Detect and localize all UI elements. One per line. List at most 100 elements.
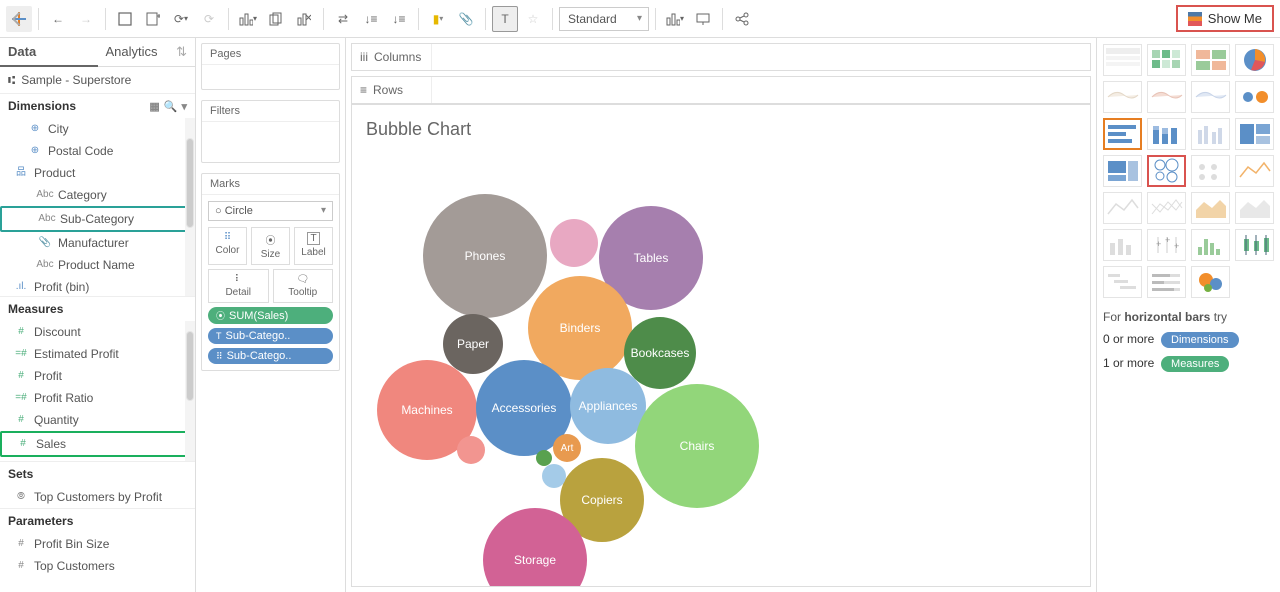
thumb-gantt[interactable] bbox=[1103, 266, 1142, 298]
filters-card[interactable]: Filters bbox=[201, 100, 340, 163]
marks-card: Marks ○ Circle ⠿Color ⦿Size TLabel ⠇Deta… bbox=[201, 173, 340, 371]
field-postal-code[interactable]: ⊕Postal Code bbox=[0, 140, 195, 162]
bubble-unlabeled[interactable] bbox=[457, 436, 485, 464]
clear-icon[interactable] bbox=[291, 6, 317, 32]
thumb-area-discrete[interactable] bbox=[1235, 192, 1274, 224]
field-category[interactable]: AbcCategory bbox=[0, 184, 195, 206]
text-label-icon[interactable]: T bbox=[492, 6, 518, 32]
duplicate-icon[interactable] bbox=[263, 6, 289, 32]
thumb-symbol-map2[interactable] bbox=[1191, 81, 1230, 113]
field-product[interactable]: 品Product bbox=[0, 162, 195, 184]
thumb-stacked-bar[interactable] bbox=[1147, 118, 1186, 150]
marks-size-button[interactable]: ⦿Size bbox=[251, 227, 290, 265]
columns-shelf[interactable]: iiiColumns bbox=[351, 43, 1091, 71]
marks-tooltip-button[interactable]: 🗨Tooltip bbox=[273, 269, 334, 303]
swap-icon[interactable]: ⇄ bbox=[330, 6, 356, 32]
thumb-packed-bubbles[interactable] bbox=[1147, 155, 1186, 187]
field-sales[interactable]: #Sales bbox=[0, 431, 195, 457]
rows-shelf[interactable]: ≡Rows bbox=[351, 76, 1091, 104]
view-grid-icon[interactable]: ▦ bbox=[149, 100, 159, 113]
highlight-icon[interactable]: ▮▾ bbox=[425, 6, 451, 32]
bubble-phones[interactable]: Phones bbox=[423, 194, 547, 318]
thumb-filled-map[interactable] bbox=[1147, 81, 1186, 113]
chart-type-icon[interactable]: ▾ bbox=[662, 6, 688, 32]
bubble-chairs[interactable]: Chairs bbox=[635, 384, 759, 508]
bubble-paper[interactable]: Paper bbox=[443, 314, 503, 374]
thumb-circle-views[interactable] bbox=[1191, 155, 1230, 187]
thumb-dual-combination[interactable] bbox=[1103, 229, 1142, 261]
field-top-customers[interactable]: #Top Customers bbox=[0, 555, 195, 577]
forward-button[interactable]: → bbox=[73, 6, 99, 32]
new-worksheet-icon[interactable]: ▾ bbox=[235, 6, 261, 32]
hash-icon: # bbox=[14, 323, 28, 341]
field-discount[interactable]: #Discount bbox=[0, 321, 195, 343]
field-manufacturer[interactable]: 📎Manufacturer bbox=[0, 232, 195, 254]
field-top-customers-by-profit[interactable]: ⦾Top Customers by Profit bbox=[0, 486, 195, 508]
presentation-icon[interactable] bbox=[690, 6, 716, 32]
bubble-unlabeled[interactable] bbox=[550, 219, 598, 267]
datasource-item[interactable]: ⑆Sample - Superstore bbox=[0, 67, 195, 93]
new-datasource-icon[interactable] bbox=[140, 6, 166, 32]
bubble-bookcases[interactable]: Bookcases bbox=[624, 317, 696, 389]
thumb-line-continuous[interactable] bbox=[1235, 155, 1274, 187]
tab-data[interactable]: Data bbox=[0, 38, 98, 67]
share-icon[interactable] bbox=[729, 6, 755, 32]
field-city[interactable]: ⊕City bbox=[0, 118, 195, 140]
pill-sum-sales[interactable]: ⦿SUM(Sales) bbox=[208, 307, 333, 324]
thumb-text-table[interactable] bbox=[1103, 44, 1142, 76]
thumb-circle-view[interactable] bbox=[1103, 155, 1142, 187]
star-icon[interactable]: ☆ bbox=[520, 6, 546, 32]
thumb-histogram[interactable] bbox=[1191, 229, 1230, 261]
thumb-packed-bubbles-color[interactable] bbox=[1191, 266, 1230, 298]
field-profit-ratio[interactable]: =#Profit Ratio bbox=[0, 387, 195, 409]
field-time-for-shipment[interactable]: =#Time for Shipment bbox=[0, 457, 195, 461]
thumb-heatmap[interactable] bbox=[1147, 44, 1186, 76]
field-product-name[interactable]: AbcProduct Name bbox=[0, 254, 195, 276]
logo-icon[interactable] bbox=[6, 6, 32, 32]
field-profit-bin-size[interactable]: #Profit Bin Size bbox=[0, 533, 195, 555]
thumb-treemap[interactable] bbox=[1235, 118, 1274, 150]
mark-type-select[interactable]: ○ Circle bbox=[208, 201, 333, 221]
bubble-unlabeled[interactable] bbox=[542, 464, 566, 488]
sort-asc-icon[interactable]: ↓≡ bbox=[358, 6, 384, 32]
thumb-horizontal-bar[interactable] bbox=[1103, 118, 1142, 150]
thumb-scatter[interactable]: +++ bbox=[1147, 229, 1186, 261]
thumb-box-plot[interactable] bbox=[1235, 229, 1274, 261]
thumb-symbol-map[interactable] bbox=[1103, 81, 1142, 113]
globe-icon: ⊕ bbox=[28, 142, 42, 160]
dropdown-icon[interactable]: ▾ bbox=[181, 100, 187, 113]
save-icon[interactable] bbox=[112, 6, 138, 32]
thumb-pie[interactable] bbox=[1235, 44, 1274, 76]
refresh-icon[interactable]: ⟳ bbox=[196, 6, 222, 32]
thumb-dual-line[interactable] bbox=[1147, 192, 1186, 224]
viz-title[interactable]: Bubble Chart bbox=[366, 119, 1090, 140]
thumb-line-discrete[interactable] bbox=[1103, 192, 1142, 224]
back-button[interactable]: ← bbox=[45, 6, 71, 32]
fit-dropdown[interactable]: Standard bbox=[559, 7, 649, 31]
pages-card[interactable]: Pages bbox=[201, 43, 340, 90]
marks-label-button[interactable]: TLabel bbox=[294, 227, 333, 265]
tab-analytics[interactable]: Analytics ⇅ bbox=[98, 38, 196, 67]
sort-desc-icon[interactable]: ↓≡ bbox=[386, 6, 412, 32]
bubble-art[interactable]: Art bbox=[553, 434, 581, 462]
thumb-bullet[interactable] bbox=[1147, 266, 1186, 298]
thumb-highlight-table[interactable] bbox=[1191, 44, 1230, 76]
thumb-side-by-side-bar[interactable] bbox=[1191, 118, 1230, 150]
thumb-area-continuous[interactable] bbox=[1191, 192, 1230, 224]
show-me-button[interactable]: Show Me bbox=[1176, 5, 1274, 32]
autoupdate-icon[interactable]: ⟳▾ bbox=[168, 6, 194, 32]
field-profit-bin[interactable]: .ıl.Profit (bin) bbox=[0, 276, 195, 296]
thumb-pie-map[interactable] bbox=[1235, 81, 1274, 113]
field-estimated-profit[interactable]: =#Estimated Profit bbox=[0, 343, 195, 365]
field-sub-category[interactable]: AbcSub-Category bbox=[0, 206, 195, 232]
showme-swatch-icon bbox=[1188, 12, 1202, 26]
bubble-chart[interactable]: PhonesTablesBindersMachinesAccessoriesAp… bbox=[352, 148, 1090, 587]
field-quantity[interactable]: #Quantity bbox=[0, 409, 195, 431]
search-icon[interactable]: 🔍 bbox=[164, 100, 178, 113]
pill-subcategory-label[interactable]: TSub-Catego.. bbox=[208, 328, 333, 344]
marks-detail-button[interactable]: ⠇Detail bbox=[208, 269, 269, 303]
marks-color-button[interactable]: ⠿Color bbox=[208, 227, 247, 265]
pill-subcategory-color[interactable]: ⠿Sub-Catego.. bbox=[208, 348, 333, 364]
attach-icon[interactable]: 📎 bbox=[453, 6, 479, 32]
field-profit[interactable]: #Profit bbox=[0, 365, 195, 387]
